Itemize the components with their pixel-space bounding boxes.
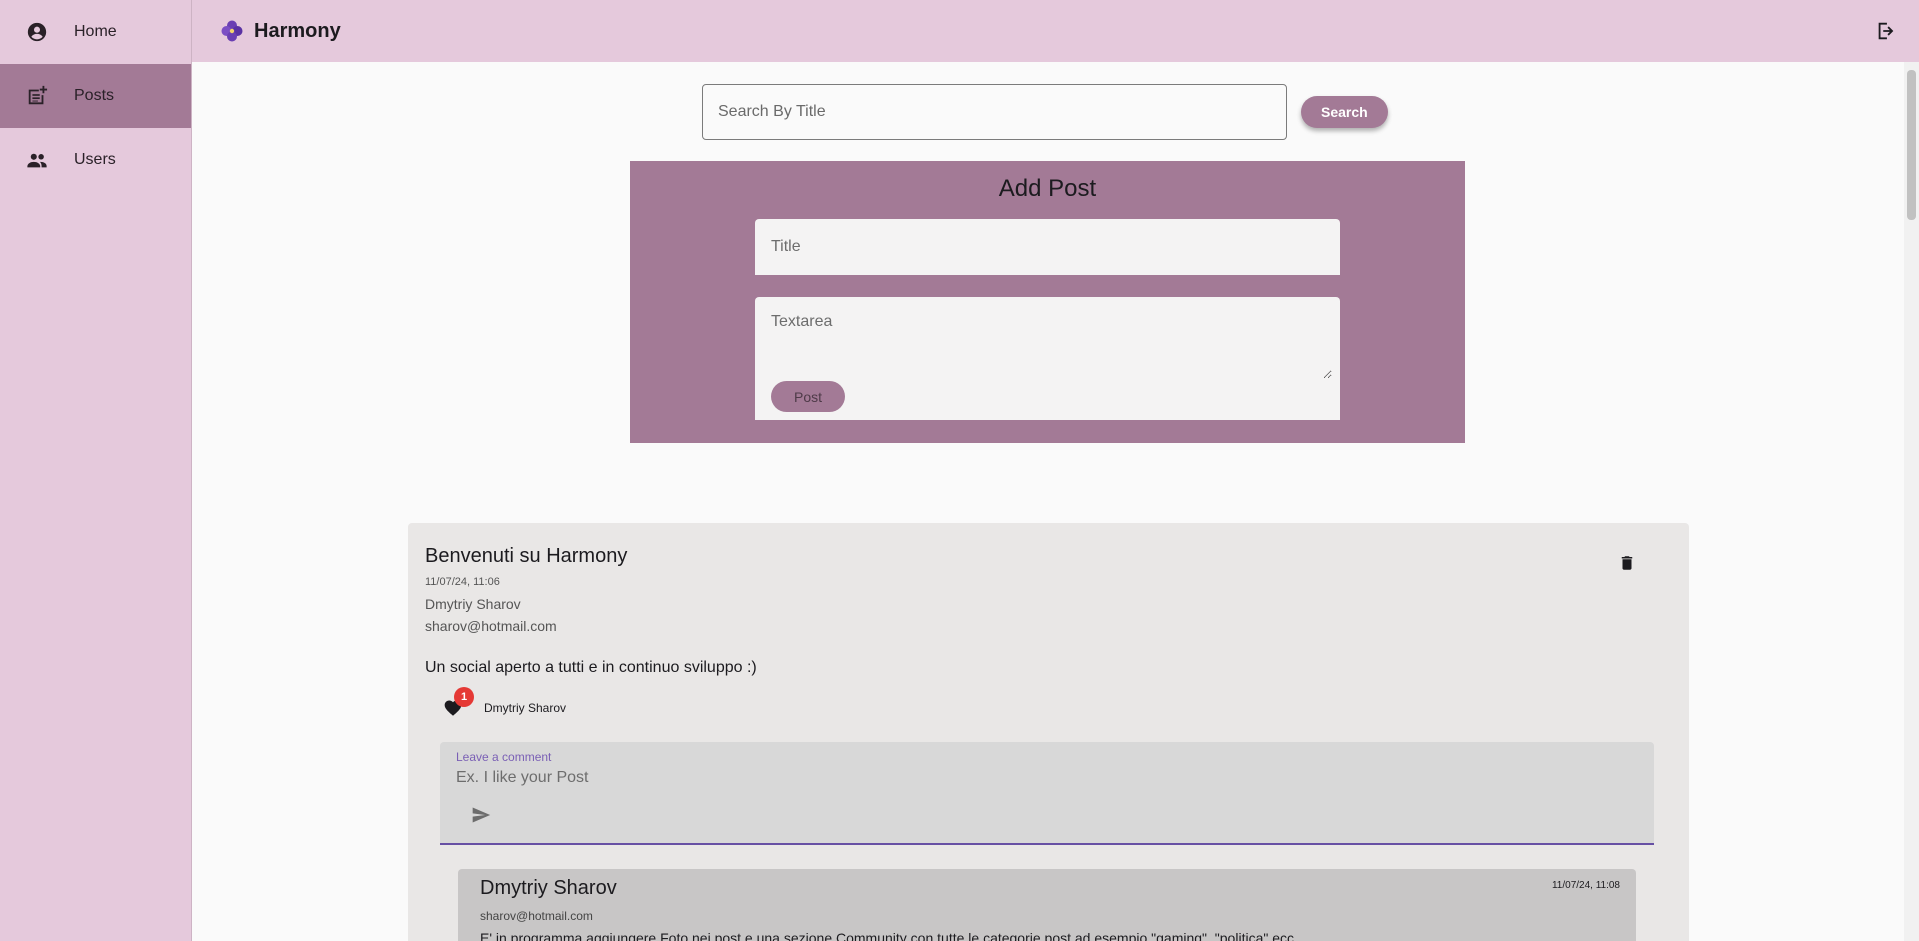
add-post-panel: Add Post Post bbox=[630, 161, 1465, 443]
sidebar-item-users[interactable]: Users bbox=[0, 128, 191, 192]
add-post-heading: Add Post bbox=[998, 175, 1097, 202]
sidebar-item-label: Posts bbox=[74, 87, 115, 104]
comment-form: Leave a comment bbox=[440, 742, 1654, 845]
post-author: Dmytriy Sharov bbox=[425, 596, 521, 612]
sidebar-item-posts[interactable]: Posts bbox=[0, 64, 191, 128]
scrollbar-thumb[interactable] bbox=[1907, 70, 1916, 220]
app-header: Harmony bbox=[192, 0, 1919, 62]
post-submit-button[interactable]: Post bbox=[771, 381, 845, 412]
post-add-icon bbox=[24, 83, 50, 109]
heart-icon[interactable]: 1 bbox=[442, 687, 474, 719]
account-circle-icon bbox=[24, 19, 50, 45]
post-date: 11/07/24, 11:06 bbox=[425, 576, 500, 588]
search-input[interactable] bbox=[702, 84, 1287, 140]
comment-label: Leave a comment bbox=[456, 750, 552, 764]
people-icon bbox=[24, 147, 50, 173]
post-card: Benvenuti su Harmony 11/07/24, 11:06 Dmy… bbox=[408, 523, 1689, 941]
sidebar-item-label: Home bbox=[74, 23, 117, 40]
post-title: Benvenuti su Harmony bbox=[425, 545, 628, 567]
liked-by-user: Dmytriy Sharov bbox=[484, 701, 567, 715]
sidebar-item-label: Users bbox=[74, 151, 116, 168]
comment-author-email: sharov@hotmail.com bbox=[480, 909, 593, 923]
page-scrollbar[interactable] bbox=[1904, 62, 1919, 941]
search-button[interactable]: Search bbox=[1301, 96, 1388, 128]
comment-item: Dmytriy Sharov 11/07/24, 11:08 sharov@ho… bbox=[458, 869, 1636, 941]
send-icon[interactable] bbox=[468, 802, 494, 828]
post-textarea-container: Post bbox=[755, 297, 1340, 420]
comment-input[interactable] bbox=[456, 766, 1636, 790]
likes-count-badge: 1 bbox=[454, 687, 474, 707]
search-bar: Search bbox=[702, 84, 1388, 140]
likes-row: 1 Dmytriy Sharov bbox=[442, 687, 567, 719]
comment-text: E' in programma aggiungere Foto nei post… bbox=[480, 930, 1294, 941]
sidebar-item-home[interactable]: Home bbox=[0, 0, 191, 64]
app-title: Harmony bbox=[254, 19, 341, 42]
sidebar: Home Posts Users bbox=[0, 0, 192, 941]
post-title-field[interactable] bbox=[755, 219, 1340, 275]
post-author-email: sharov@hotmail.com bbox=[425, 618, 557, 634]
post-body: Un social aperto a tutti e in continuo s… bbox=[425, 659, 757, 676]
main-content: Search Add Post Post Benvenuti su Harmon… bbox=[192, 62, 1904, 941]
delete-icon[interactable] bbox=[1615, 551, 1639, 575]
comment-author: Dmytriy Sharov bbox=[480, 877, 617, 899]
post-textarea[interactable] bbox=[763, 305, 1332, 379]
comment-date: 11/07/24, 11:08 bbox=[1551, 880, 1620, 891]
logout-icon[interactable] bbox=[1873, 18, 1899, 44]
flower-logo-icon bbox=[220, 19, 244, 43]
